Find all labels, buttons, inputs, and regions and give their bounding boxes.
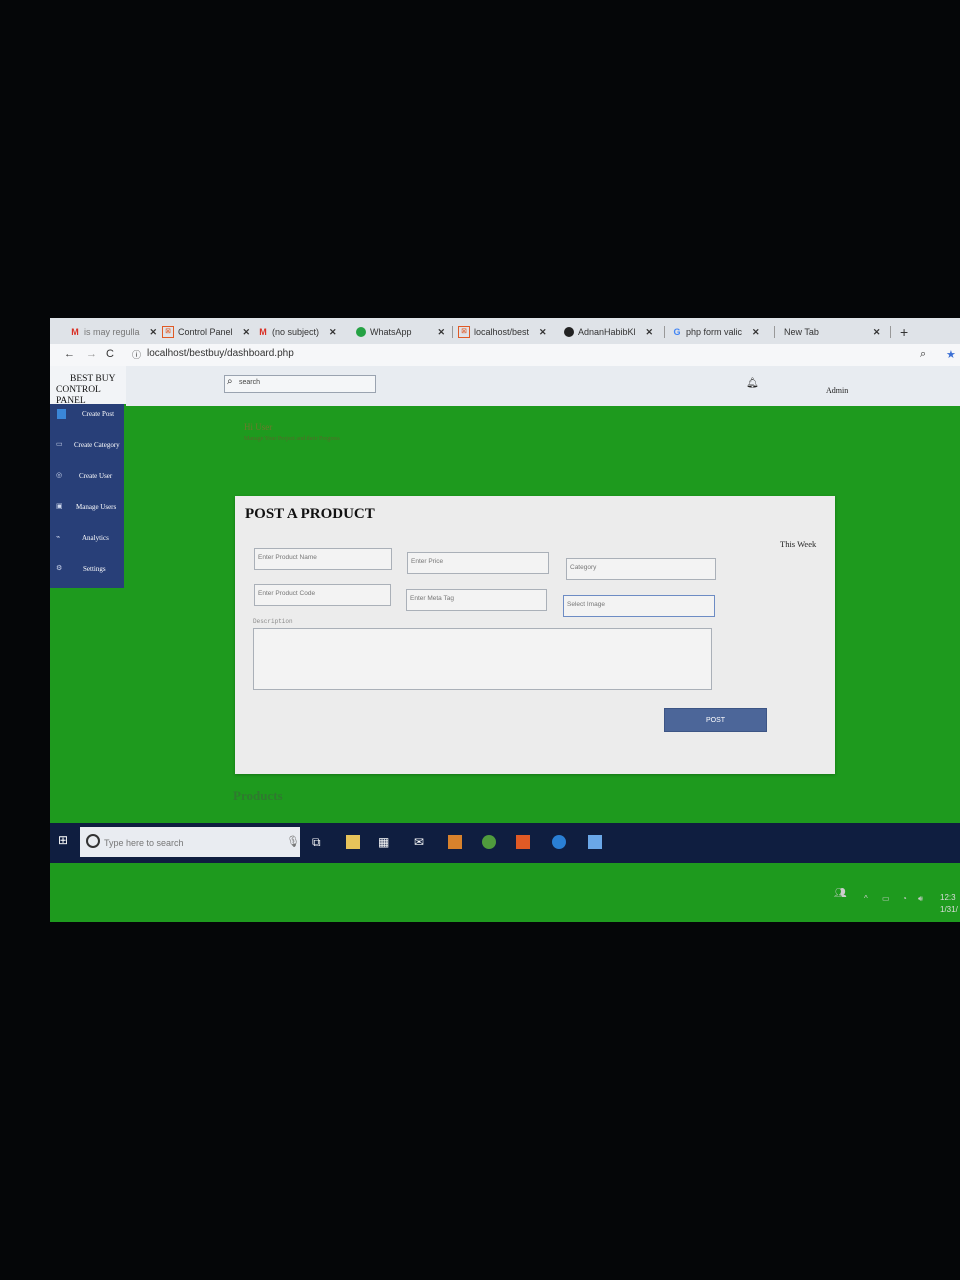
notes-icon[interactable] (588, 835, 602, 849)
battery-icon[interactable]: ▭ (882, 894, 890, 903)
mail-icon[interactable]: ✉ (414, 835, 428, 849)
new-tab-button[interactable]: + (900, 322, 908, 342)
tab-github[interactable]: AdnanHabibKl ✕ (564, 322, 653, 342)
address-bar-row: ← → C ⓘ localhost/bestbuy/dashboard.php … (50, 344, 960, 366)
app-icon[interactable] (448, 835, 462, 849)
gmail-icon: M (259, 327, 267, 337)
bookmark-star-icon[interactable]: ★ (946, 348, 956, 361)
back-icon[interactable]: ← (64, 348, 75, 360)
forward-icon[interactable]: → (86, 348, 97, 360)
browser-tab-strip: M is may regulla ✕ ⊠ Control Panel ✕ M (… (50, 318, 960, 344)
card-title: POST A PRODUCT (245, 506, 375, 522)
sidebar-item-settings[interactable]: ⚙ Settings (50, 559, 124, 579)
top-bar: ⌕ search 🔔︎ Admin (126, 366, 960, 406)
taskbar: ⊞ Type here to search 🎙︎ ⧉ ▦ ✉ (50, 823, 960, 863)
search-input[interactable]: ⌕ search (224, 375, 376, 393)
tab-separator (890, 326, 891, 338)
manage-icon: ▣ (56, 502, 63, 510)
tab-whatsapp[interactable]: WhatsApp ✕ (356, 322, 445, 342)
chart-icon: ⌁ (56, 533, 61, 541)
tab-localhost[interactable]: ⊠ localhost/best ✕ (458, 322, 547, 342)
xampp-icon: ⊠ (458, 326, 470, 338)
tab-separator (774, 326, 775, 338)
chrome-icon[interactable] (482, 835, 496, 849)
cortana-icon (86, 834, 100, 848)
meta-tag-field[interactable]: Enter Meta Tag (406, 589, 547, 611)
greeting-title: Hi User (244, 422, 273, 432)
xampp-icon[interactable] (516, 835, 530, 849)
post-button[interactable]: POST (664, 708, 767, 732)
xampp-icon: ⊠ (162, 326, 174, 338)
product-code-field[interactable]: Enter Product Code (254, 584, 391, 606)
sidebar-item-manage-users[interactable]: ▣ Manage Users (50, 497, 124, 517)
close-icon[interactable]: ✕ (646, 327, 654, 338)
description-textarea[interactable] (253, 628, 712, 690)
whatsapp-icon (356, 327, 366, 337)
product-name-field[interactable]: Enter Product Name (254, 548, 392, 570)
monitor-screen: M is may regulla ✕ ⊠ Control Panel ✕ M (… (50, 318, 960, 922)
post-product-card: POST A PRODUCT This Week Enter Product N… (235, 496, 835, 774)
post-icon (57, 409, 66, 419)
sidebar-item-create-post[interactable]: Create Post (50, 404, 124, 424)
store-icon[interactable]: ▦ (378, 835, 392, 849)
gear-icon: ⚙ (56, 564, 63, 572)
tab-new-tab[interactable]: New Tab ✕ (784, 322, 880, 342)
task-view-icon[interactable]: ⧉ (312, 835, 326, 849)
brand-logo: BEST BUY CONTROL PANEL (50, 366, 126, 406)
admin-label[interactable]: Admin (826, 386, 848, 395)
windows-start-icon[interactable]: ⊞ (58, 833, 68, 847)
mic-icon[interactable]: 🎙︎ (286, 835, 300, 849)
period-label: This Week (780, 539, 817, 549)
zoom-icon[interactable]: ⌕ (920, 348, 926, 361)
volume-icon[interactable]: 🔊︎ (918, 894, 923, 904)
tab-php-form[interactable]: G php form valic ✕ (672, 322, 760, 342)
greeting-subtitle: Manage Your Project and their Progress (244, 436, 340, 442)
file-explorer-icon[interactable] (346, 835, 360, 849)
close-icon[interactable]: ✕ (873, 327, 881, 338)
close-icon[interactable]: ✕ (329, 327, 337, 338)
user-icon: ◎ (56, 471, 63, 479)
search-icon: ⌕ (227, 376, 233, 387)
close-icon[interactable]: ✕ (539, 327, 547, 338)
url-field[interactable]: localhost/bestbuy/dashboard.php (147, 348, 294, 359)
tab-no-subject[interactable]: M (no subject) ✕ (258, 322, 337, 342)
close-icon[interactable]: ✕ (243, 327, 251, 338)
bell-icon[interactable]: 🔔︎ (746, 378, 759, 389)
sidebar-item-create-user[interactable]: ◎ Create User (50, 466, 124, 486)
sidebar-item-create-category[interactable]: ▭ Create Category (50, 435, 124, 455)
tab-gmail[interactable]: M is may regulla ✕ (70, 322, 157, 342)
wifi-icon[interactable]: ◔ (902, 894, 907, 903)
tab-control-panel[interactable]: ⊠ Control Panel ✕ (162, 322, 250, 342)
price-field[interactable]: Enter Price (407, 552, 549, 574)
taskbar-search-input[interactable]: Type here to search (80, 827, 300, 857)
github-icon (564, 327, 574, 337)
tray-chevron-icon[interactable]: ^ (864, 894, 868, 903)
close-icon[interactable]: ✕ (150, 327, 158, 338)
people-icon[interactable]: 👥︎ (834, 888, 847, 899)
info-icon[interactable]: ⓘ (132, 348, 141, 361)
tab-separator (452, 326, 453, 338)
close-icon[interactable]: ✕ (752, 327, 760, 338)
tab-separator (664, 326, 665, 338)
reload-icon[interactable]: C (106, 348, 114, 360)
google-icon: G (673, 327, 681, 337)
sidebar-item-analytics[interactable]: ⌁ Analytics (50, 528, 124, 548)
tray-clock[interactable]: 12:3 1/31/ (940, 892, 958, 916)
edge-icon[interactable] (552, 835, 566, 849)
sidebar: Create Post ▭ Create Category ◎ Create U… (50, 404, 124, 588)
select-image-field[interactable]: Select Image (563, 595, 715, 617)
description-label: Description (253, 618, 293, 625)
category-icon: ▭ (56, 440, 63, 448)
products-heading: Products (233, 788, 283, 803)
close-icon[interactable]: ✕ (438, 327, 446, 338)
gmail-icon: M (71, 327, 79, 337)
category-select[interactable]: Category (566, 558, 716, 580)
